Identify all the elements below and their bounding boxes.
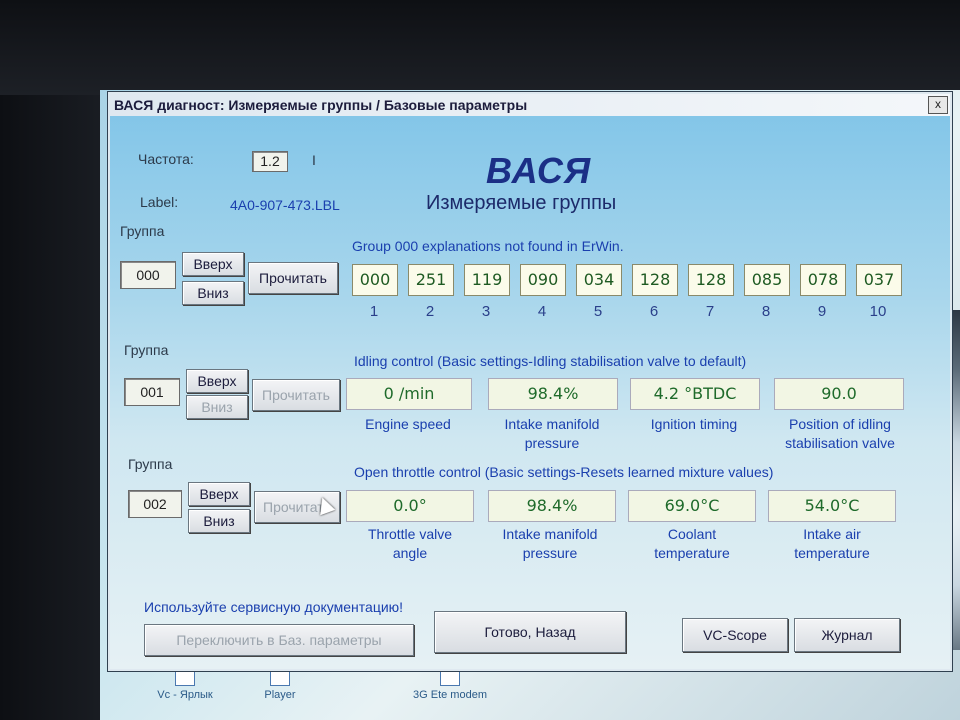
group-label: Группа bbox=[120, 223, 165, 239]
caption-line: pressure bbox=[522, 545, 578, 561]
desktop-shortcuts: Vc - Ярлык Player 3G Ete modem bbox=[140, 668, 500, 720]
value-index: 5 bbox=[593, 303, 603, 320]
caption-line: Ignition timing bbox=[650, 416, 738, 432]
raw-value: 000 bbox=[352, 264, 398, 296]
group-down-button[interactable]: Вниз bbox=[182, 281, 244, 305]
photo-background-top bbox=[0, 0, 960, 95]
value-caption: Intake air temperature bbox=[762, 525, 902, 563]
measured-value-ignition-timing: 4.2 °BTDC bbox=[630, 378, 760, 410]
group-down-button[interactable]: Вниз bbox=[186, 395, 248, 419]
frequency-value: 1.2 bbox=[252, 151, 288, 172]
journal-button[interactable]: Журнал bbox=[794, 618, 900, 652]
raw-value: 251 bbox=[408, 264, 454, 296]
measured-value-manifold-pressure: 98.4% bbox=[488, 378, 618, 410]
measured-value-throttle-angle: 0.0° bbox=[346, 490, 474, 522]
value-index: 3 bbox=[481, 303, 491, 320]
group-number-input[interactable]: 002 bbox=[128, 490, 182, 518]
read-button[interactable]: Прочитать bbox=[252, 379, 340, 411]
vc-scope-button[interactable]: VC-Scope bbox=[682, 618, 788, 652]
raw-value: 128 bbox=[688, 264, 734, 296]
value-caption: Engine speed bbox=[346, 415, 470, 434]
value-index: 9 bbox=[817, 303, 827, 320]
page-title: Измеряемые группы bbox=[426, 192, 617, 214]
shortcut-label: Vc - Ярлык bbox=[157, 689, 213, 701]
caption-line: temperature bbox=[794, 545, 870, 561]
service-docs-notice: Используйте сервисную документацию! bbox=[144, 599, 404, 615]
caption-line: Throttle valve bbox=[367, 526, 453, 542]
shortcut-player[interactable]: Player bbox=[235, 668, 325, 701]
caption-line: pressure bbox=[524, 435, 580, 451]
caption-line: Engine speed bbox=[365, 416, 451, 432]
raw-value: 119 bbox=[464, 264, 510, 296]
group-up-button[interactable]: Вверх bbox=[188, 482, 250, 506]
group-number-input[interactable]: 001 bbox=[124, 378, 180, 406]
group-number-input[interactable]: 000 bbox=[120, 261, 176, 289]
value-index: 4 bbox=[537, 303, 547, 320]
caption-line: temperature bbox=[654, 545, 730, 561]
value-index: 6 bbox=[649, 303, 659, 320]
shortcut-vc[interactable]: Vc - Ярлык bbox=[140, 668, 230, 701]
photo-background-left bbox=[0, 95, 105, 720]
group-description: Idling control (Basic settings-Idling st… bbox=[354, 353, 747, 369]
raw-value: 085 bbox=[744, 264, 790, 296]
caption-line: angle bbox=[392, 545, 428, 561]
measured-value-idle-valve: 90.0 bbox=[774, 378, 904, 410]
value-index: 1 bbox=[369, 303, 379, 320]
measured-value-intake-air-temp: 54.0°C bbox=[768, 490, 896, 522]
group-up-button[interactable]: Вверх bbox=[186, 369, 248, 393]
shortcut-modem[interactable]: 3G Ete modem bbox=[405, 668, 495, 701]
measured-value-manifold-pressure: 98.4% bbox=[488, 490, 616, 522]
frequency-suffix: I bbox=[312, 152, 316, 168]
group-up-button[interactable]: Вверх bbox=[182, 252, 244, 276]
value-index: 10 bbox=[869, 303, 887, 320]
measured-value-coolant-temp: 69.0°C bbox=[628, 490, 756, 522]
measuring-groups-window: ВАСЯ диагност: Измеряемые группы / Базов… bbox=[108, 92, 952, 671]
value-index: 2 bbox=[425, 303, 435, 320]
caption-line: stabilisation valve bbox=[785, 435, 895, 451]
frequency-label: Частота: bbox=[138, 151, 194, 167]
basic-settings-button[interactable]: Переключить в Баз. параметры bbox=[144, 624, 414, 656]
raw-value: 090 bbox=[520, 264, 566, 296]
done-back-button[interactable]: Готово, Назад bbox=[434, 611, 626, 653]
value-index: 7 bbox=[705, 303, 715, 320]
label-file: 4A0-907-473.LBL bbox=[230, 197, 340, 213]
raw-value: 128 bbox=[632, 264, 678, 296]
value-caption: Position of idling stabilisation valve bbox=[766, 415, 914, 453]
label-label: Label: bbox=[140, 194, 179, 210]
read-button[interactable]: Прочитать bbox=[248, 262, 338, 294]
value-caption: Ignition timing bbox=[624, 415, 764, 434]
value-caption: Coolant temperature bbox=[622, 525, 762, 563]
caption-line: Intake manifold bbox=[502, 526, 598, 542]
group-down-button[interactable]: Вниз bbox=[188, 509, 250, 533]
raw-value: 078 bbox=[800, 264, 846, 296]
group-description: Group 000 explanations not found in ErWi… bbox=[352, 238, 624, 254]
shortcut-label: 3G Ete modem bbox=[413, 689, 487, 701]
shortcut-label: Player bbox=[264, 689, 296, 701]
value-caption: Throttle valve angle bbox=[340, 525, 480, 563]
window-title: ВАСЯ диагност: Измеряемые группы / Базов… bbox=[114, 97, 528, 113]
caption-line: Intake manifold bbox=[504, 416, 600, 432]
logo: ВАСЯ bbox=[486, 150, 592, 191]
value-index: 8 bbox=[761, 303, 771, 320]
group-label: Группа bbox=[128, 456, 173, 472]
caption-line: Intake air bbox=[803, 526, 861, 542]
group-label: Группа bbox=[124, 342, 169, 358]
caption-line: Position of idling bbox=[789, 416, 891, 432]
caption-line: Coolant bbox=[667, 526, 717, 542]
close-icon[interactable]: x bbox=[928, 96, 948, 114]
measured-value-engine-speed: 0 /min bbox=[346, 378, 472, 410]
raw-value: 034 bbox=[576, 264, 622, 296]
value-caption: Intake manifold pressure bbox=[482, 415, 622, 453]
value-caption: Intake manifold pressure bbox=[480, 525, 620, 563]
group-description: Open throttle control (Basic settings-Re… bbox=[354, 464, 774, 480]
raw-value: 037 bbox=[856, 264, 902, 296]
window-titlebar[interactable]: ВАСЯ диагност: Измеряемые группы / Базов… bbox=[110, 94, 950, 116]
